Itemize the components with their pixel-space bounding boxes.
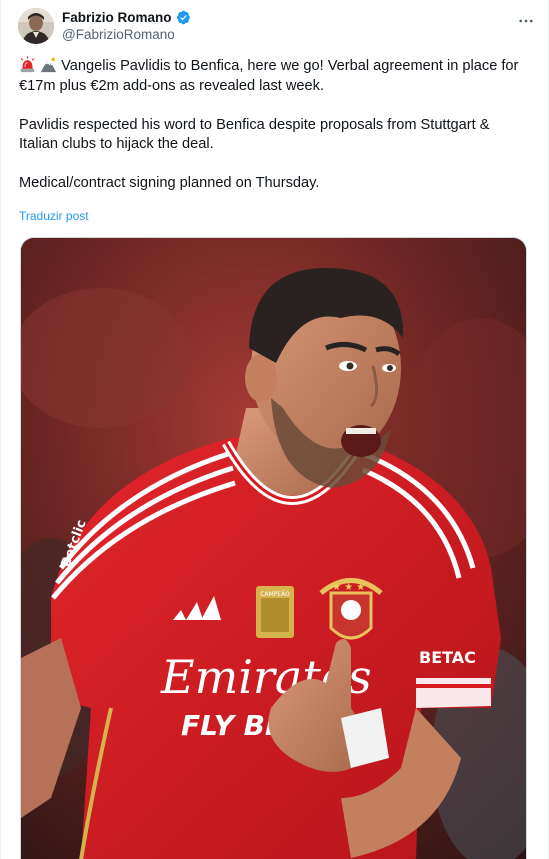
police-light-emoji-icon (20, 56, 35, 73)
verified-badge-icon[interactable] (176, 10, 191, 25)
svg-text:★ ★ ★: ★ ★ ★ (332, 582, 365, 593)
profile-photo-icon (18, 8, 54, 44)
author-names: Fabrizio Romano @FabrizioRomano (62, 9, 191, 43)
tweet-paragraph-2: Pavlidis respected his word to Benfica d… (19, 116, 490, 153)
translate-post-link[interactable]: Traduzir post (19, 209, 89, 223)
player-photo: ★ ★ ★ CAMPEÃO Emirates FLY BE BETAC Betc… (21, 238, 526, 859)
tweet-paragraph-3: Medical/contract signing planned on Thur… (19, 175, 320, 191)
tweet-header: Fabrizio Romano @FabrizioRomano (18, 6, 538, 46)
tweet-paragraph-1: Vangelis Pavlidis to Benfica, here we go… (19, 56, 530, 96)
author-handle[interactable]: @FabrizioRomano (62, 26, 191, 43)
tweet-text: Vangelis Pavlidis to Benfica, here we go… (19, 56, 530, 200)
tweet-paragraph-1-text: Vangelis Pavlidis to Benfica, here we go… (19, 58, 519, 94)
badge-text: CAMPEÃO (260, 591, 290, 598)
tweet-card: Fabrizio Romano @FabrizioRomano Vangelis… (0, 0, 549, 859)
more-horizontal-icon (519, 19, 533, 23)
tweet-media-image[interactable]: ★ ★ ★ CAMPEÃO Emirates FLY BE BETAC Betc… (20, 237, 527, 859)
avatar[interactable] (18, 8, 54, 44)
mountain-emoji-icon (40, 57, 57, 73)
author-display-name[interactable]: Fabrizio Romano (62, 9, 172, 26)
more-options-button[interactable] (514, 9, 538, 33)
sleeve-sponsor: BETAC (419, 648, 476, 667)
